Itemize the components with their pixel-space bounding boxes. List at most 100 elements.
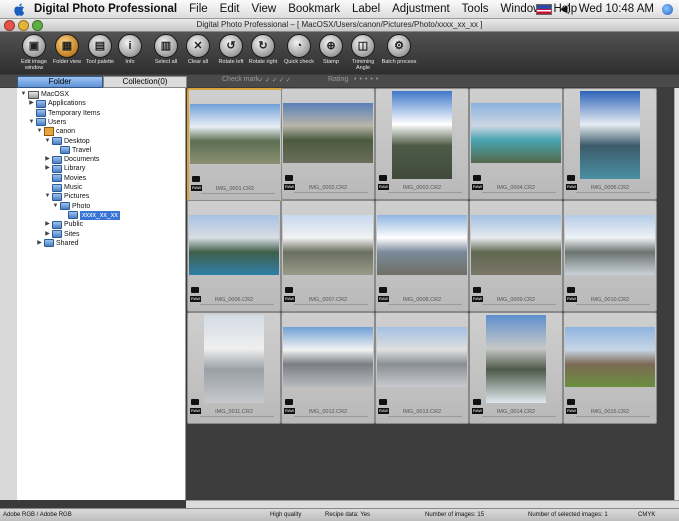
edit-window-button[interactable]: ▣ Edit image window <box>16 34 52 71</box>
photo-thumbnail[interactable] <box>580 91 640 179</box>
photo-thumbnail[interactable] <box>471 103 561 163</box>
tree-item[interactable]: Travel <box>52 146 91 155</box>
thumbnail-cell[interactable]: RAW IMG_0014.CR2 <box>469 312 563 424</box>
tree-item[interactable]: ▼ Photo <box>52 202 90 211</box>
photo-thumbnail[interactable] <box>283 103 373 163</box>
camera-icon <box>192 176 200 182</box>
thumbnail-cell[interactable]: RAW IMG_0002.CR2 <box>281 88 375 200</box>
thumbnail-cell[interactable]: RAW IMG_0003.CR2 <box>375 88 469 200</box>
app-menu[interactable]: Digital Photo Professional <box>34 3 177 15</box>
camera-icon <box>379 175 387 181</box>
rating-dots[interactable]: ••••• <box>354 76 381 83</box>
menu-label[interactable]: Label <box>352 3 380 15</box>
tree-item-label: Photo <box>72 202 91 210</box>
thumbnail-cell[interactable]: RAW IMG_0013.CR2 <box>375 312 469 424</box>
quick-check-button[interactable]: ◔ Quick check <box>281 34 317 65</box>
photo-thumbnail[interactable] <box>486 315 546 403</box>
thumbnail-cell[interactable]: RAW IMG_0008.CR2 <box>375 200 469 312</box>
menu-tools[interactable]: Tools <box>462 3 489 15</box>
photo-thumbnail[interactable] <box>377 215 467 275</box>
info-button[interactable]: i Info <box>112 34 148 65</box>
thumbnail-divider <box>576 416 650 417</box>
batch-process-button[interactable]: ⚙ Batch process <box>381 34 417 65</box>
menu-file[interactable]: File <box>189 3 208 15</box>
tree-item[interactable]: xxxx_xx_xx <box>60 210 120 220</box>
disclosure-open-icon[interactable]: ▼ <box>28 118 35 127</box>
thumbnail-cell[interactable]: RAW IMG_0007.CR2 <box>281 200 375 312</box>
close-window-icon[interactable] <box>4 20 15 31</box>
disclosure-closed-icon[interactable]: ▶ <box>36 239 43 248</box>
thumbnail-cell[interactable]: RAW IMG_0001.CR2 <box>187 88 283 202</box>
spotlight-icon[interactable] <box>662 3 673 15</box>
tree-item[interactable]: ▼ MacOSX <box>20 90 69 99</box>
photo-thumbnail[interactable] <box>189 215 279 275</box>
thumbnail-cell[interactable]: RAW IMG_0010.CR2 <box>563 200 657 312</box>
clock[interactable]: Wed 10:48 AM <box>579 3 654 15</box>
tree-item-label: Shared <box>56 239 79 247</box>
tree-item[interactable]: Movies <box>44 174 86 183</box>
vertical-scrollbar[interactable] <box>674 88 679 500</box>
camera-icon <box>285 399 293 405</box>
disclosure-closed-icon[interactable]: ▶ <box>44 230 51 239</box>
tree-item[interactable]: ▼ canon <box>36 127 75 137</box>
tree-item[interactable]: ▼ Pictures <box>44 192 89 201</box>
tree-item-label: Pictures <box>64 193 90 201</box>
tab-folder[interactable]: Folder <box>17 76 103 88</box>
menu-view[interactable]: View <box>252 3 277 15</box>
rotate-right-button[interactable]: ↻ Rotate right <box>245 34 281 65</box>
disclosure-open-icon[interactable]: ▼ <box>20 90 27 99</box>
disclosure-open-icon[interactable]: ▼ <box>44 137 51 146</box>
tree-item[interactable]: ▶ Library <box>44 164 85 173</box>
tree-item[interactable]: ▶ Documents <box>44 155 99 164</box>
tree-item[interactable]: Music <box>44 183 82 192</box>
menu-bookmark[interactable]: Bookmark <box>288 3 340 15</box>
apple-icon[interactable] <box>12 2 26 16</box>
tree-item[interactable]: ▶ Sites <box>44 230 80 239</box>
disclosure-open-icon[interactable]: ▼ <box>44 192 51 201</box>
folder-tree[interactable]: ▼ MacOSX ▶ Applications Temporary Items ▼ User… <box>17 88 186 500</box>
tab-collection[interactable]: Collection(0) <box>103 76 187 88</box>
photo-thumbnail[interactable] <box>283 327 373 387</box>
thumbnail-cell[interactable]: RAW IMG_0011.CR2 <box>187 312 281 424</box>
disclosure-closed-icon[interactable]: ▶ <box>44 220 51 229</box>
tree-item[interactable]: ▼ Users <box>28 118 66 127</box>
photo-thumbnail[interactable] <box>392 91 452 179</box>
thumbnail-cell[interactable]: RAW IMG_0015.CR2 <box>563 312 657 424</box>
disclosure-open-icon[interactable]: ▼ <box>36 127 43 136</box>
rotate-left-button[interactable]: ↺ Rotate left <box>213 34 249 65</box>
thumbnail-cell[interactable]: RAW IMG_0004.CR2 <box>469 88 563 200</box>
minimize-window-icon[interactable] <box>18 20 29 31</box>
photo-thumbnail[interactable] <box>565 327 655 387</box>
disclosure-closed-icon[interactable]: ▶ <box>28 99 35 108</box>
menu-adjustment[interactable]: Adjustment <box>392 3 450 15</box>
photo-thumbnail[interactable] <box>377 327 467 387</box>
thumbnail-cell[interactable]: RAW IMG_0006.CR2 <box>187 200 281 312</box>
tree-item[interactable]: ▼ Desktop <box>44 137 90 146</box>
disclosure-open-icon[interactable]: ▼ <box>52 202 59 211</box>
photo-thumbnail[interactable] <box>190 104 280 164</box>
tree-item[interactable]: ▶ Shared <box>36 239 79 248</box>
tree-item[interactable]: ▶ Applications <box>28 99 86 108</box>
disclosure-closed-icon[interactable]: ▶ <box>44 155 51 164</box>
tree-item[interactable]: ▶ Public <box>44 220 83 229</box>
trimming-button[interactable]: ◫ Trimming Angle <box>345 34 381 71</box>
folder-view-icon: ▦ <box>55 34 79 58</box>
volume-icon[interactable]: ◀︎) <box>560 4 571 15</box>
photo-thumbnail[interactable] <box>283 215 373 275</box>
photo-thumbnail[interactable] <box>471 215 561 275</box>
photo-thumbnail[interactable] <box>204 315 264 403</box>
photo-thumbnail[interactable] <box>565 215 655 275</box>
menu-edit[interactable]: Edit <box>220 3 240 15</box>
stamp-button[interactable]: ⊕ Stamp <box>313 34 349 65</box>
folder-view-button[interactable]: ▦ Folder view <box>49 34 85 65</box>
zoom-window-icon[interactable] <box>32 20 43 31</box>
select-all-button[interactable]: ▥ Select all <box>148 34 184 65</box>
disclosure-closed-icon[interactable]: ▶ <box>44 164 51 173</box>
check-mark-icons[interactable]: ✓✓✓✓✓ <box>258 76 292 84</box>
tree-item[interactable]: Temporary Items <box>28 109 100 118</box>
thumbnail-cell[interactable]: RAW IMG_0005.CR2 <box>563 88 657 200</box>
clear-all-button[interactable]: ✕ Clear all <box>180 34 216 65</box>
thumbnail-cell[interactable]: RAW IMG_0009.CR2 <box>469 200 563 312</box>
thumbnail-cell[interactable]: RAW IMG_0012.CR2 <box>281 312 375 424</box>
input-source-flag-icon[interactable] <box>535 3 552 15</box>
